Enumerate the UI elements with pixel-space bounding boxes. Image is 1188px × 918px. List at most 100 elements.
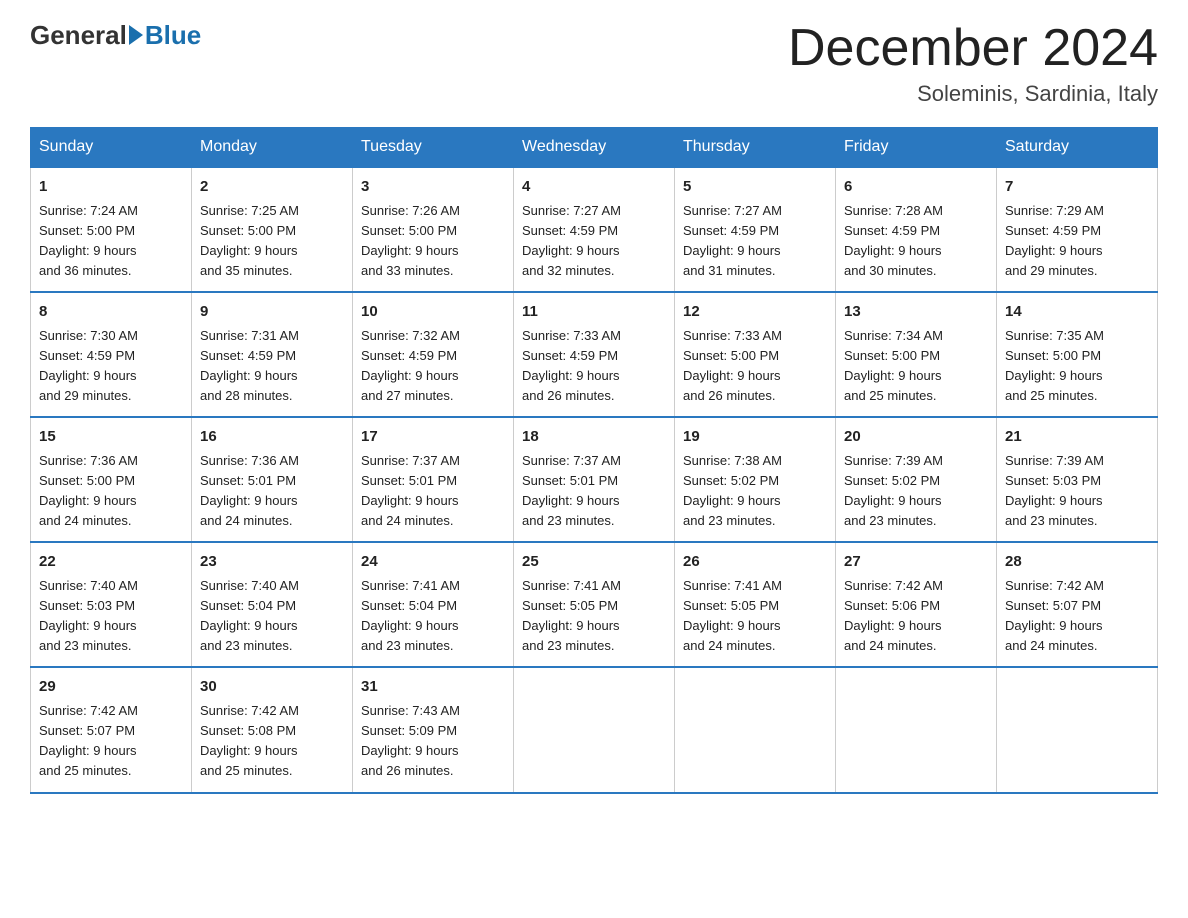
day-number: 22	[39, 551, 183, 574]
day-header-wednesday: Wednesday	[514, 128, 675, 168]
calendar-cell: 28Sunrise: 7:42 AMSunset: 5:07 PMDayligh…	[997, 542, 1158, 667]
day-info: Sunrise: 7:33 AMSunset: 4:59 PMDaylight:…	[522, 326, 666, 407]
day-header-friday: Friday	[836, 128, 997, 168]
calendar-cell: 11Sunrise: 7:33 AMSunset: 4:59 PMDayligh…	[514, 292, 675, 417]
day-number: 12	[683, 301, 827, 324]
title-area: December 2024 Soleminis, Sardinia, Italy	[788, 20, 1158, 107]
day-number: 11	[522, 301, 666, 324]
day-info: Sunrise: 7:25 AMSunset: 5:00 PMDaylight:…	[200, 201, 344, 282]
logo-arrow-icon	[129, 25, 143, 45]
calendar-week-5: 29Sunrise: 7:42 AMSunset: 5:07 PMDayligh…	[31, 667, 1158, 792]
day-number: 8	[39, 301, 183, 324]
calendar-week-2: 8Sunrise: 7:30 AMSunset: 4:59 PMDaylight…	[31, 292, 1158, 417]
day-info: Sunrise: 7:38 AMSunset: 5:02 PMDaylight:…	[683, 451, 827, 532]
day-info: Sunrise: 7:29 AMSunset: 4:59 PMDaylight:…	[1005, 201, 1149, 282]
calendar-cell: 6Sunrise: 7:28 AMSunset: 4:59 PMDaylight…	[836, 167, 997, 292]
day-info: Sunrise: 7:39 AMSunset: 5:02 PMDaylight:…	[844, 451, 988, 532]
calendar-cell: 10Sunrise: 7:32 AMSunset: 4:59 PMDayligh…	[353, 292, 514, 417]
day-number: 15	[39, 426, 183, 449]
day-number: 27	[844, 551, 988, 574]
day-info: Sunrise: 7:32 AMSunset: 4:59 PMDaylight:…	[361, 326, 505, 407]
calendar-cell: 13Sunrise: 7:34 AMSunset: 5:00 PMDayligh…	[836, 292, 997, 417]
page-header: General Blue December 2024 Soleminis, Sa…	[30, 20, 1158, 107]
day-info: Sunrise: 7:34 AMSunset: 5:00 PMDaylight:…	[844, 326, 988, 407]
day-header-monday: Monday	[192, 128, 353, 168]
calendar-week-4: 22Sunrise: 7:40 AMSunset: 5:03 PMDayligh…	[31, 542, 1158, 667]
day-info: Sunrise: 7:36 AMSunset: 5:01 PMDaylight:…	[200, 451, 344, 532]
day-number: 13	[844, 301, 988, 324]
calendar-cell	[997, 667, 1158, 792]
day-info: Sunrise: 7:43 AMSunset: 5:09 PMDaylight:…	[361, 701, 505, 782]
day-number: 28	[1005, 551, 1149, 574]
calendar-cell: 4Sunrise: 7:27 AMSunset: 4:59 PMDaylight…	[514, 167, 675, 292]
calendar-cell: 22Sunrise: 7:40 AMSunset: 5:03 PMDayligh…	[31, 542, 192, 667]
calendar-cell: 31Sunrise: 7:43 AMSunset: 5:09 PMDayligh…	[353, 667, 514, 792]
day-number: 14	[1005, 301, 1149, 324]
calendar-header: SundayMondayTuesdayWednesdayThursdayFrid…	[31, 128, 1158, 168]
calendar-cell: 7Sunrise: 7:29 AMSunset: 4:59 PMDaylight…	[997, 167, 1158, 292]
calendar-cell: 30Sunrise: 7:42 AMSunset: 5:08 PMDayligh…	[192, 667, 353, 792]
day-info: Sunrise: 7:27 AMSunset: 4:59 PMDaylight:…	[522, 201, 666, 282]
day-number: 31	[361, 676, 505, 699]
calendar-cell: 1Sunrise: 7:24 AMSunset: 5:00 PMDaylight…	[31, 167, 192, 292]
day-number: 4	[522, 176, 666, 199]
calendar-cell: 12Sunrise: 7:33 AMSunset: 5:00 PMDayligh…	[675, 292, 836, 417]
calendar-cell: 25Sunrise: 7:41 AMSunset: 5:05 PMDayligh…	[514, 542, 675, 667]
calendar-cell: 15Sunrise: 7:36 AMSunset: 5:00 PMDayligh…	[31, 417, 192, 542]
calendar-cell: 9Sunrise: 7:31 AMSunset: 4:59 PMDaylight…	[192, 292, 353, 417]
day-number: 24	[361, 551, 505, 574]
day-number: 9	[200, 301, 344, 324]
day-number: 20	[844, 426, 988, 449]
day-number: 16	[200, 426, 344, 449]
day-number: 21	[1005, 426, 1149, 449]
day-info: Sunrise: 7:39 AMSunset: 5:03 PMDaylight:…	[1005, 451, 1149, 532]
calendar-cell: 2Sunrise: 7:25 AMSunset: 5:00 PMDaylight…	[192, 167, 353, 292]
day-info: Sunrise: 7:24 AMSunset: 5:00 PMDaylight:…	[39, 201, 183, 282]
calendar-cell: 29Sunrise: 7:42 AMSunset: 5:07 PMDayligh…	[31, 667, 192, 792]
day-info: Sunrise: 7:40 AMSunset: 5:03 PMDaylight:…	[39, 576, 183, 657]
logo: General Blue	[30, 20, 201, 51]
day-number: 6	[844, 176, 988, 199]
day-number: 30	[200, 676, 344, 699]
calendar-cell: 8Sunrise: 7:30 AMSunset: 4:59 PMDaylight…	[31, 292, 192, 417]
calendar-cell: 26Sunrise: 7:41 AMSunset: 5:05 PMDayligh…	[675, 542, 836, 667]
day-number: 23	[200, 551, 344, 574]
calendar-cell	[514, 667, 675, 792]
day-number: 10	[361, 301, 505, 324]
calendar-cell: 21Sunrise: 7:39 AMSunset: 5:03 PMDayligh…	[997, 417, 1158, 542]
day-info: Sunrise: 7:33 AMSunset: 5:00 PMDaylight:…	[683, 326, 827, 407]
calendar-cell: 20Sunrise: 7:39 AMSunset: 5:02 PMDayligh…	[836, 417, 997, 542]
day-info: Sunrise: 7:30 AMSunset: 4:59 PMDaylight:…	[39, 326, 183, 407]
day-number: 18	[522, 426, 666, 449]
day-number: 19	[683, 426, 827, 449]
month-title: December 2024	[788, 20, 1158, 77]
day-header-sunday: Sunday	[31, 128, 192, 168]
day-number: 2	[200, 176, 344, 199]
day-number: 29	[39, 676, 183, 699]
calendar-cell: 23Sunrise: 7:40 AMSunset: 5:04 PMDayligh…	[192, 542, 353, 667]
day-number: 1	[39, 176, 183, 199]
day-header-tuesday: Tuesday	[353, 128, 514, 168]
location-subtitle: Soleminis, Sardinia, Italy	[788, 81, 1158, 107]
day-headers-row: SundayMondayTuesdayWednesdayThursdayFrid…	[31, 128, 1158, 168]
day-info: Sunrise: 7:37 AMSunset: 5:01 PMDaylight:…	[361, 451, 505, 532]
day-number: 17	[361, 426, 505, 449]
calendar-week-1: 1Sunrise: 7:24 AMSunset: 5:00 PMDaylight…	[31, 167, 1158, 292]
calendar-week-3: 15Sunrise: 7:36 AMSunset: 5:00 PMDayligh…	[31, 417, 1158, 542]
day-info: Sunrise: 7:41 AMSunset: 5:05 PMDaylight:…	[522, 576, 666, 657]
day-info: Sunrise: 7:42 AMSunset: 5:08 PMDaylight:…	[200, 701, 344, 782]
day-header-thursday: Thursday	[675, 128, 836, 168]
day-info: Sunrise: 7:41 AMSunset: 5:05 PMDaylight:…	[683, 576, 827, 657]
calendar-body: 1Sunrise: 7:24 AMSunset: 5:00 PMDaylight…	[31, 167, 1158, 792]
logo-blue-text: Blue	[145, 20, 201, 51]
day-info: Sunrise: 7:42 AMSunset: 5:07 PMDaylight:…	[39, 701, 183, 782]
calendar-cell	[675, 667, 836, 792]
day-info: Sunrise: 7:41 AMSunset: 5:04 PMDaylight:…	[361, 576, 505, 657]
day-number: 25	[522, 551, 666, 574]
calendar-cell: 16Sunrise: 7:36 AMSunset: 5:01 PMDayligh…	[192, 417, 353, 542]
day-number: 26	[683, 551, 827, 574]
calendar-cell: 3Sunrise: 7:26 AMSunset: 5:00 PMDaylight…	[353, 167, 514, 292]
day-info: Sunrise: 7:28 AMSunset: 4:59 PMDaylight:…	[844, 201, 988, 282]
day-info: Sunrise: 7:35 AMSunset: 5:00 PMDaylight:…	[1005, 326, 1149, 407]
day-info: Sunrise: 7:42 AMSunset: 5:07 PMDaylight:…	[1005, 576, 1149, 657]
